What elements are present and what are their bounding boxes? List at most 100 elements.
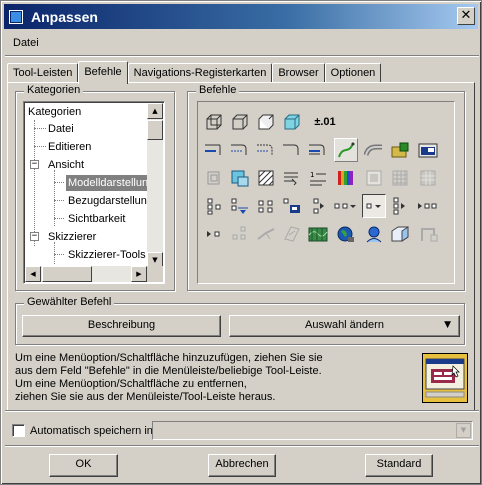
table-disabled-icon[interactable] xyxy=(416,166,440,190)
autosave-checkbox[interactable] xyxy=(12,424,25,437)
app-icon xyxy=(9,9,23,24)
grid-disabled-icon[interactable] xyxy=(388,166,412,190)
folder-settings-icon[interactable] xyxy=(388,138,412,162)
datum-pair-icon[interactable] xyxy=(254,194,278,218)
tree-horizontal-scrollbar[interactable]: ◀ ▶ xyxy=(25,266,147,282)
layer-status-icon[interactable] xyxy=(228,166,252,190)
abbrechen-button[interactable]: Abbrechen xyxy=(208,454,276,477)
tree-item-modelldarstellung[interactable]: Modelldarstellung xyxy=(66,175,157,191)
coordinate-disabled-icon[interactable] xyxy=(254,222,278,246)
hscroll-thumb[interactable] xyxy=(42,266,92,282)
hatch-pattern-icon[interactable] xyxy=(254,166,278,190)
tree-item-editieren[interactable]: Editieren xyxy=(48,139,91,155)
tree-item-skizzierer-tools[interactable]: Skizzierer-Tools xyxy=(68,247,146,263)
footer-divider xyxy=(5,445,479,447)
scroll-thumb[interactable] xyxy=(147,120,163,140)
auswahl-aendern-label: Auswahl ändern xyxy=(305,319,384,331)
pipe-icon[interactable] xyxy=(362,138,386,162)
scrollbar-corner xyxy=(147,266,163,282)
dimension-tolerance-icon[interactable]: ±.01 xyxy=(310,110,340,134)
tree-item-skizzierer[interactable]: Skizzierer xyxy=(48,229,96,245)
tab-tool-leisten[interactable]: Tool-Leisten xyxy=(7,63,79,83)
autosave-label: Automatisch speichern in xyxy=(30,425,153,437)
edge-display-icon[interactable] xyxy=(202,138,226,162)
menu-bar: Datei xyxy=(7,35,45,53)
datum-disabled-icon[interactable] xyxy=(228,222,252,246)
color-spectrum-icon[interactable] xyxy=(334,166,358,190)
auswahl-aendern-button[interactable]: Auswahl ändern ▼ xyxy=(229,315,460,337)
scroll-right-icon[interactable]: ▶ xyxy=(131,266,147,282)
standard-button[interactable]: Standard xyxy=(365,454,433,477)
close-button[interactable]: ✕ xyxy=(457,7,475,25)
globe-icon[interactable] xyxy=(334,222,358,246)
cube-shaded-icon[interactable] xyxy=(280,110,304,134)
tree-item-bezugdarstellung[interactable]: Bezugdarstellung xyxy=(68,193,153,209)
window-title: Anpassen xyxy=(31,8,98,25)
tree-guide-line xyxy=(54,254,64,255)
datum-points-icon[interactable] xyxy=(202,194,226,218)
menu-divider xyxy=(5,55,479,57)
chevron-down-icon[interactable]: ▼ xyxy=(456,423,471,438)
cube-no-hidden-icon[interactable] xyxy=(254,110,278,134)
tree-item-sichtbarkeit[interactable]: Sichtbarkeit xyxy=(68,211,125,227)
crane-disabled-icon[interactable] xyxy=(416,222,440,246)
tree-guide-line xyxy=(54,182,64,183)
box-view-icon[interactable] xyxy=(388,222,412,246)
datum-menu-icon[interactable] xyxy=(334,194,358,218)
tab-befehle[interactable]: Befehle xyxy=(78,61,128,84)
edge-hatched-icon[interactable] xyxy=(306,138,330,162)
curve-path-icon[interactable] xyxy=(334,138,358,162)
datum-filter-icon[interactable] xyxy=(228,194,252,218)
tab-browser[interactable]: Browser xyxy=(272,63,325,83)
edge-round-icon[interactable] xyxy=(228,138,252,162)
lines-arrow-icon[interactable] xyxy=(280,166,304,190)
beschreibung-button[interactable]: Beschreibung xyxy=(22,315,221,337)
tree-guide-line xyxy=(34,128,46,129)
menu-datei[interactable]: Datei xyxy=(7,35,45,51)
datum-stack-icon[interactable] xyxy=(388,194,412,218)
tab-strip: Tool-Leisten Befehle Navigations-Registe… xyxy=(7,61,382,84)
edge-tangent-icon[interactable] xyxy=(280,138,304,162)
datum-next-icon[interactable] xyxy=(416,194,440,218)
collapse-ansicht-icon[interactable]: − xyxy=(30,160,39,169)
terrain-surface-icon[interactable] xyxy=(306,222,330,246)
dropdown-arrow-icon: ▼ xyxy=(444,320,451,330)
tab-optionen[interactable]: Optionen xyxy=(324,63,382,83)
plane-disabled-icon[interactable] xyxy=(280,222,304,246)
cube-wireframe-icon[interactable] xyxy=(202,110,226,134)
numbered-list-icon[interactable]: 1 xyxy=(306,166,330,190)
datum-toggle-icon[interactable] xyxy=(202,222,226,246)
cube-hidden-lines-icon[interactable] xyxy=(228,110,252,134)
kategorien-label: Kategorien xyxy=(24,84,84,96)
autosave-location-select[interactable]: ▼ xyxy=(152,421,473,440)
tree-guide-line xyxy=(54,242,55,264)
help-text: Um eine Menüoption/Schaltfläche hinzuzuf… xyxy=(15,352,323,403)
tree-item-ansicht[interactable]: Ansicht xyxy=(48,157,84,173)
gewaehlter-befehl-label: Gewählter Befehl xyxy=(24,296,115,308)
datum-arrow-icon[interactable] xyxy=(306,194,330,218)
tree-item-datei[interactable]: Datei xyxy=(48,121,74,137)
swatch-disabled-icon[interactable] xyxy=(362,166,386,190)
svg-text:1: 1 xyxy=(310,171,314,179)
edge-dashed-icon[interactable] xyxy=(254,138,278,162)
scroll-up-icon[interactable]: ▲ xyxy=(147,103,163,119)
datum-display-icon[interactable] xyxy=(280,194,304,218)
tree-guide-line xyxy=(34,120,35,246)
user-sphere-icon[interactable] xyxy=(362,222,386,246)
tree-guide-line xyxy=(34,146,46,147)
tab-navigations-registerkarten[interactable]: Navigations-Registerkarten xyxy=(127,63,273,83)
display-window-icon[interactable] xyxy=(416,138,440,162)
tree-vertical-scrollbar[interactable]: ▲ ▼ xyxy=(147,103,163,268)
category-tree[interactable]: Kategorien Datei Editieren − Ansicht Mod… xyxy=(23,101,165,284)
ok-button[interactable]: OK xyxy=(49,454,118,477)
tree-guide-line xyxy=(54,200,64,201)
customize-dialog: Anpassen ✕ Datei Tool-Leisten Befehle Na… xyxy=(0,0,482,485)
datum-menu-active-icon[interactable] xyxy=(362,194,386,218)
befehle-label: Befehle xyxy=(196,84,240,96)
command-icon-panel: ±.01 1 xyxy=(197,101,455,284)
collapse-skizzierer-icon[interactable]: − xyxy=(30,232,39,241)
title-bar[interactable]: Anpassen ✕ xyxy=(4,4,478,29)
tree-item-kategorien[interactable]: Kategorien xyxy=(28,104,81,120)
scroll-left-icon[interactable]: ◀ xyxy=(25,266,41,282)
copy-disabled-icon[interactable] xyxy=(202,166,226,190)
